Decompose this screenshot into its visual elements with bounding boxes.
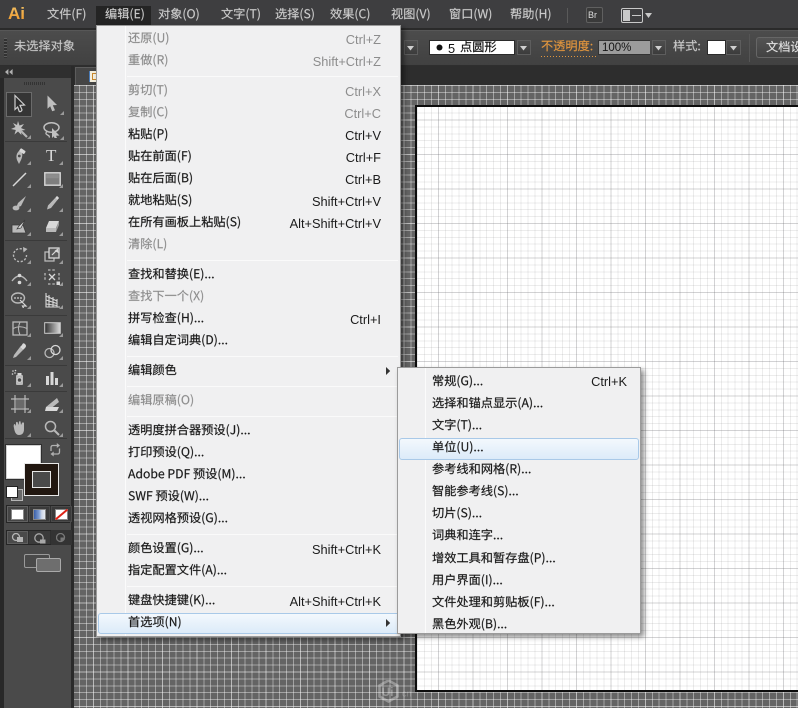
svg-text:cn: cn <box>402 689 412 699</box>
svg-text:Ui: Ui <box>382 685 394 699</box>
svg-text:Ai: Ai <box>8 4 25 23</box>
